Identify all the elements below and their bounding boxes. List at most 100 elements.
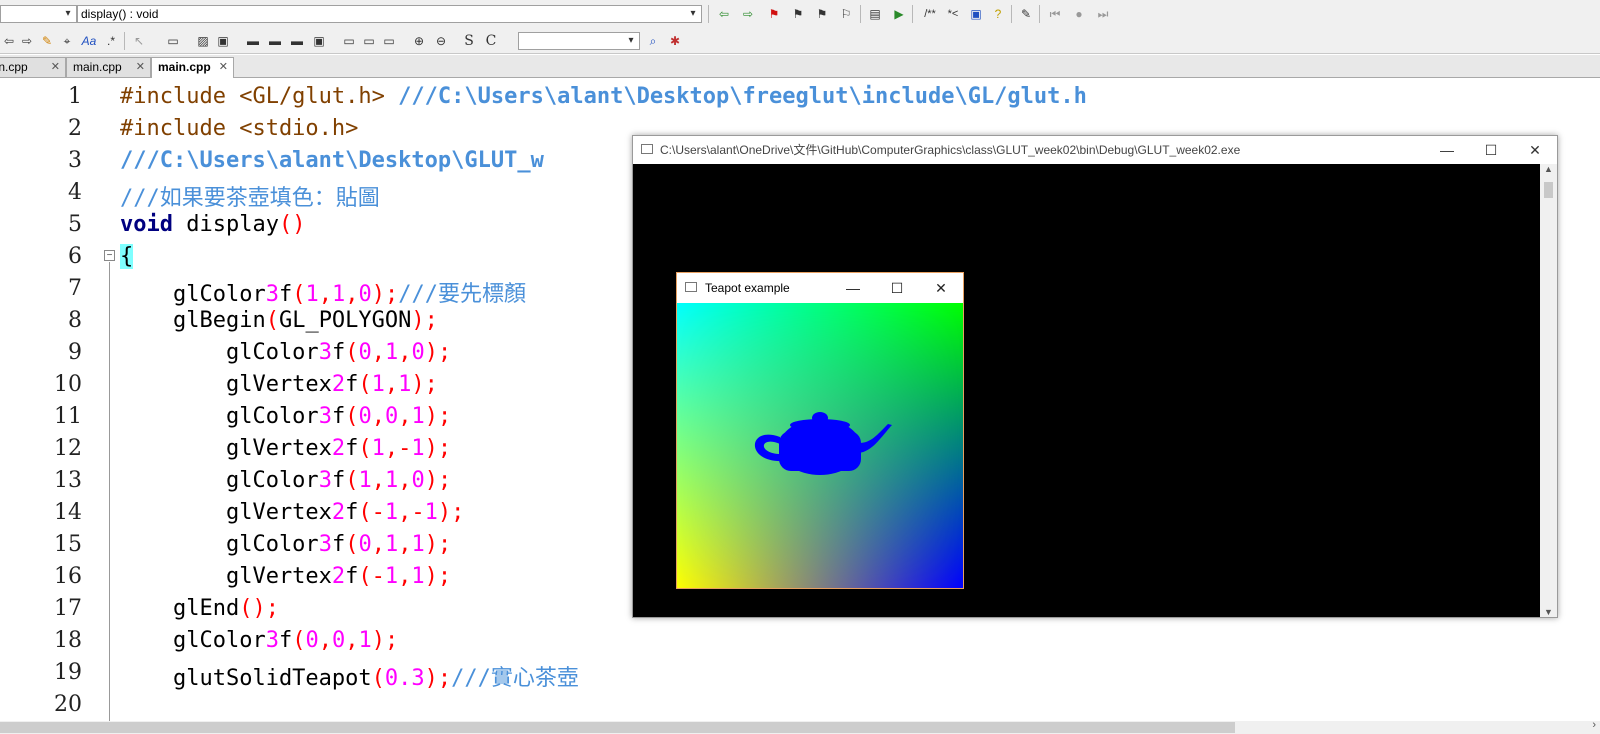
clear-bookmarks-icon[interactable]: ⚐ bbox=[837, 5, 855, 23]
zoom-in-icon[interactable]: ⊕ bbox=[410, 32, 428, 50]
text-frame-icon[interactable]: ▣ bbox=[214, 32, 232, 50]
code-line-14: glVertex2f(-1,-1); bbox=[120, 500, 465, 525]
code-line-15: glColor3f(0,1,1); bbox=[120, 532, 452, 557]
run-icon[interactable]: ▶ bbox=[890, 5, 908, 23]
close-icon[interactable]: ✕ bbox=[136, 58, 145, 76]
jump-back-icon[interactable]: ⇦ bbox=[715, 5, 733, 23]
console-title: C:\Users\alant\OneDrive\文件\GitHub\Comput… bbox=[660, 143, 1241, 157]
line-number: 8 bbox=[68, 308, 82, 333]
toolbar-separator bbox=[912, 5, 913, 23]
record-icon[interactable]: ● bbox=[1070, 5, 1088, 23]
teapot-window[interactable]: Teapot example — ☐ ✕ bbox=[676, 272, 964, 589]
line-number: 6 bbox=[68, 244, 82, 269]
scope-dropdown[interactable]: ▾ bbox=[0, 5, 77, 23]
close-button[interactable]: ✕ bbox=[1513, 136, 1557, 164]
close-icon[interactable]: ✕ bbox=[51, 58, 60, 76]
layout-3-icon[interactable]: ▬ bbox=[288, 32, 306, 50]
chevron-right-icon[interactable]: › bbox=[1592, 719, 1596, 731]
code-line-12: glVertex2f(1,-1); bbox=[120, 436, 452, 461]
layout-1-icon[interactable]: ▬ bbox=[244, 32, 262, 50]
minimize-button[interactable]: — bbox=[831, 273, 875, 303]
code-line-7: glColor3f(1,1,0);///要先標顏 bbox=[120, 282, 526, 307]
print-icon[interactable]: ▤ bbox=[866, 5, 884, 23]
search-dropdown[interactable]: ▾ bbox=[518, 32, 640, 50]
gl-canvas[interactable] bbox=[677, 303, 963, 588]
frame-1-icon[interactable]: ▭ bbox=[340, 32, 358, 50]
console-scrollbar[interactable]: ▲ ▼ bbox=[1540, 164, 1557, 617]
undo-icon[interactable]: ⇦ bbox=[0, 32, 18, 50]
zoom-out-icon[interactable]: ⊖ bbox=[432, 32, 450, 50]
chevron-down-icon: ▾ bbox=[628, 35, 634, 46]
select-icon[interactable]: ⌖ bbox=[58, 32, 76, 50]
fold-toggle-icon[interactable]: − bbox=[104, 250, 115, 261]
secondary-toolbar: ⇦ ⇨ ✎ ⌖ Aa .* ↖ ▭ ▨ ▣ ▬ ▬ ▬ ▣ ▭ ▭ ▭ ⊕ ⊖ … bbox=[0, 29, 1600, 54]
pointer-icon[interactable]: ↖ bbox=[130, 32, 148, 50]
teapot-title-bar[interactable]: Teapot example — ☐ ✕ bbox=[677, 273, 963, 303]
chevron-down-icon: ▾ bbox=[65, 8, 71, 19]
scrollbar-thumb[interactable] bbox=[0, 722, 1235, 733]
line-number: 15 bbox=[54, 532, 82, 557]
jump-forward-icon[interactable]: ⇨ bbox=[739, 5, 757, 23]
main-toolbar: ▾ display() : void ▾ ⇦ ⇨ ⚑ ⚑ ⚑ ⚐ ▤ ▶ /**… bbox=[0, 0, 1600, 30]
line-number: 3 bbox=[68, 148, 82, 173]
step-forward-icon[interactable]: ⏭ bbox=[1094, 5, 1112, 23]
image-icon[interactable]: ▨ bbox=[194, 32, 212, 50]
tab-main-cpp-1[interactable]: main.cpp ✕ bbox=[0, 57, 66, 77]
code-line-4: ///如果要茶壺填色：貼圖 bbox=[120, 186, 380, 211]
regex-icon[interactable]: .* bbox=[102, 32, 120, 50]
tools-icon[interactable]: ✱ bbox=[666, 32, 684, 50]
tab-main-cpp-2[interactable]: main.cpp ✕ bbox=[66, 57, 151, 77]
doc-icon[interactable]: ▣ bbox=[967, 5, 985, 23]
close-button[interactable]: ✕ bbox=[919, 273, 963, 303]
line-number: 9 bbox=[68, 340, 82, 365]
code-line-5: void display() bbox=[120, 212, 306, 237]
close-icon[interactable]: ✕ bbox=[219, 58, 228, 76]
c-icon[interactable]: C bbox=[482, 32, 500, 50]
step-back-icon[interactable]: ⏮ bbox=[1046, 5, 1064, 23]
next-bookmark-icon[interactable]: ⚑ bbox=[813, 5, 831, 23]
chevron-down-icon[interactable]: ▼ bbox=[1540, 607, 1557, 617]
line-number: 18 bbox=[54, 628, 82, 653]
highlight-icon[interactable]: ✎ bbox=[38, 32, 56, 50]
line-number: 2 bbox=[68, 116, 82, 141]
console-app-icon bbox=[641, 144, 653, 154]
frame-2-icon[interactable]: ▭ bbox=[360, 32, 378, 50]
line-number: 10 bbox=[54, 372, 82, 397]
code-line-17: glEnd(); bbox=[120, 596, 279, 621]
prev-bookmark-icon[interactable]: ⚑ bbox=[789, 5, 807, 23]
search-icon[interactable]: ⌕ bbox=[644, 32, 662, 50]
toolbar-separator bbox=[1039, 5, 1040, 23]
s-icon[interactable]: S bbox=[460, 32, 478, 50]
window-app-icon bbox=[685, 282, 697, 292]
font-icon[interactable]: Aa bbox=[80, 32, 98, 50]
layout-2-icon[interactable]: ▬ bbox=[266, 32, 284, 50]
frame-3-icon[interactable]: ▭ bbox=[380, 32, 398, 50]
line-number: 5 bbox=[68, 212, 82, 237]
scrollbar-thumb[interactable] bbox=[1544, 182, 1553, 198]
line-number: 14 bbox=[54, 500, 82, 525]
help-icon[interactable]: ? bbox=[989, 5, 1007, 23]
chevron-up-icon[interactable]: ▲ bbox=[1540, 164, 1557, 174]
line-number: 16 bbox=[54, 564, 82, 589]
line-number: 17 bbox=[54, 596, 82, 621]
gl-render bbox=[677, 303, 963, 588]
maximize-button[interactable]: ☐ bbox=[1469, 136, 1513, 164]
console-title-bar[interactable]: C:\Users\alant\OneDrive\文件\GitHub\Comput… bbox=[633, 136, 1557, 164]
maximize-button[interactable]: ☐ bbox=[875, 273, 919, 303]
doc-comment-button[interactable]: /** bbox=[918, 5, 942, 23]
redo-icon[interactable]: ⇨ bbox=[18, 32, 36, 50]
minimize-button[interactable]: — bbox=[1425, 136, 1469, 164]
code-line-11: glColor3f(0,0,1); bbox=[120, 404, 452, 429]
line-number: 7 bbox=[68, 276, 82, 301]
bookmark-flag-icon[interactable]: ⚑ bbox=[765, 5, 783, 23]
tab-main-cpp-active[interactable]: main.cpp ✕ bbox=[151, 57, 234, 78]
code-line-8: glBegin(GL_POLYGON); bbox=[120, 308, 438, 333]
layout-4-icon[interactable]: ▣ bbox=[310, 32, 328, 50]
function-dropdown[interactable]: display() : void ▾ bbox=[77, 5, 702, 23]
inline-comment-button[interactable]: *< bbox=[943, 5, 963, 23]
fold-line bbox=[109, 262, 110, 721]
rectangle-icon[interactable]: ▭ bbox=[164, 32, 182, 50]
horizontal-scrollbar[interactable]: › bbox=[0, 719, 1600, 734]
wrench-icon[interactable]: ✎ bbox=[1017, 5, 1035, 23]
line-number: 4 bbox=[68, 180, 82, 205]
